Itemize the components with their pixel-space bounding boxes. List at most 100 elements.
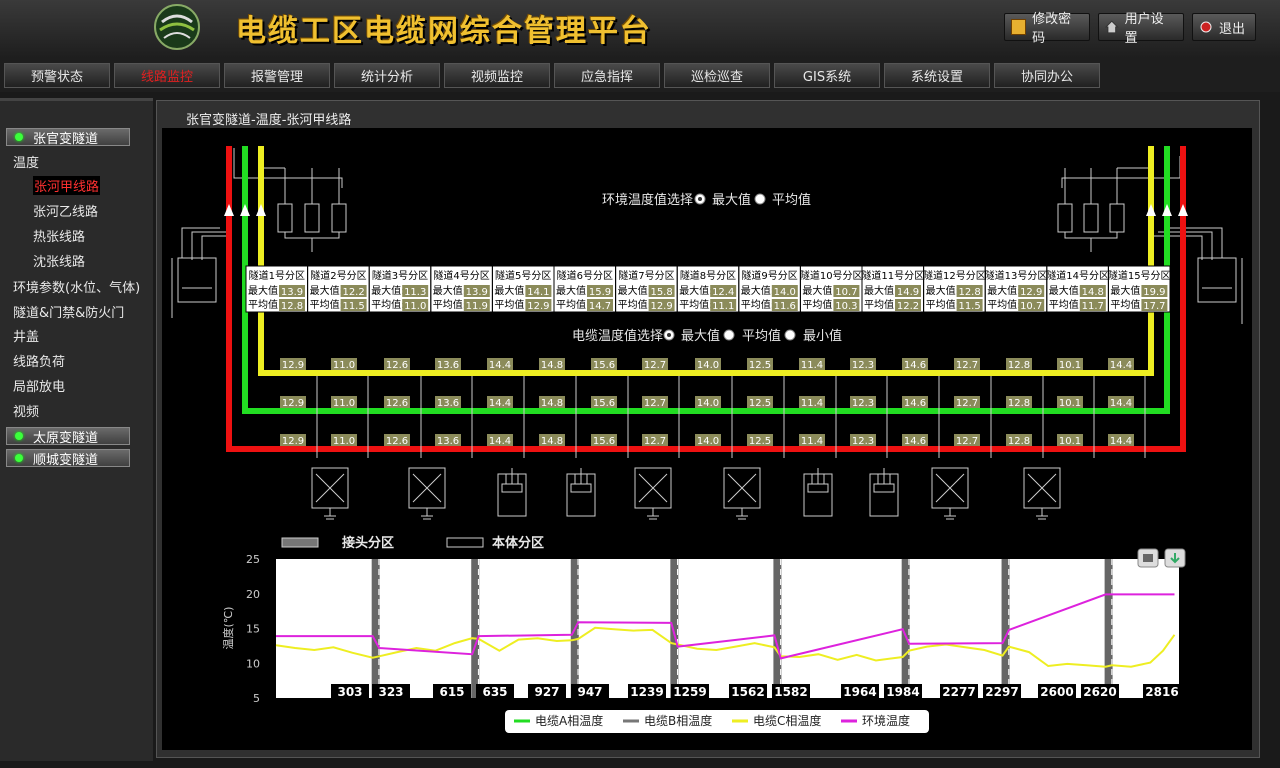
cable-value: 12.8: [1008, 360, 1030, 371]
cable-value: 14.0: [697, 436, 719, 447]
sidebar-group-shuncheng[interactable]: 顺城变隧道: [6, 449, 130, 468]
zone-avg-value: 10.7: [1020, 301, 1042, 312]
x-tick-label: 2600: [1040, 685, 1073, 699]
joint-cross-icon: [412, 473, 442, 503]
zone-max-label: 最大值:: [494, 284, 527, 297]
zone-avg-label: 平均值:: [371, 298, 404, 311]
cable-radio-min[interactable]: [784, 329, 796, 341]
cable-value: 11.4: [801, 360, 823, 371]
y-tick-label: 10: [246, 657, 260, 670]
tab-gis[interactable]: GIS系统: [774, 63, 880, 88]
cable-value: 15.6: [593, 360, 615, 371]
ground-icon: [1036, 508, 1048, 520]
cable-value: 12.8: [1008, 436, 1030, 447]
zone-avg-value: 11.7: [1082, 301, 1104, 312]
tab-alarm-management[interactable]: 报警管理: [224, 63, 330, 88]
sidebar-item-manhole[interactable]: 井盖: [13, 326, 39, 345]
zone-avg-value: 11.5: [958, 301, 980, 312]
zone-max-label: 最大值:: [248, 284, 281, 297]
cable-value: 12.9: [282, 360, 304, 371]
y-tick-label: 20: [246, 588, 260, 601]
tab-emergency[interactable]: 应急指挥: [554, 63, 660, 88]
zone-max-label: 最大值:: [371, 284, 404, 297]
cable-value: 14.4: [1110, 360, 1132, 371]
home-icon: [1105, 20, 1119, 34]
key-icon: [1011, 19, 1027, 35]
x-tick-label: 2620: [1083, 685, 1116, 699]
legend-label: 环境温度: [862, 713, 910, 728]
power-icon: [1200, 21, 1212, 33]
sidebar-item-video[interactable]: 视频: [13, 401, 39, 420]
cable-value: 11.4: [801, 398, 823, 409]
sidebar-item-environment[interactable]: 环境参数(水位、气体): [13, 277, 140, 296]
export-button[interactable]: [1164, 548, 1186, 568]
body-zone-label: 本体分区: [492, 535, 544, 551]
zone-name: 隧道9号分区: [741, 269, 797, 282]
tab-system-settings[interactable]: 系统设置: [884, 63, 990, 88]
tab-statistics[interactable]: 统计分析: [334, 63, 440, 88]
main-nav: 预警状态 线路监控 报警管理 统计分析 视频监控 应急指挥 巡检巡查 GIS系统…: [0, 58, 1280, 92]
sidebar-group-taiyuan[interactable]: 太原变隧道: [6, 427, 130, 446]
user-settings-button[interactable]: 用户设置: [1098, 12, 1184, 46]
status-dot-icon: [15, 454, 23, 462]
sidebar-item-tunnel-door[interactable]: 隧道&门禁&防火门: [13, 302, 124, 321]
header: 电缆工区电缆网综合管理平台 修改密码 用户设置 退出: [0, 0, 1280, 59]
cable-value: 12.7: [956, 360, 978, 371]
sidebar-sub-shenzhang[interactable]: 沈张线路: [33, 251, 85, 270]
link-switch-icon: [873, 483, 895, 493]
zone-name: 隧道6号分区: [557, 269, 613, 282]
tab-alert-status[interactable]: 预警状态: [4, 63, 110, 88]
cable-value: 13.6: [437, 436, 459, 447]
sidebar-group-zhangguan[interactable]: 张官变隧道: [6, 128, 130, 147]
zone-avg-value: 11.5: [342, 301, 364, 312]
tab-line-monitor[interactable]: 线路监控: [114, 63, 220, 88]
print-button[interactable]: [1137, 548, 1159, 568]
logout-button[interactable]: 退出: [1192, 13, 1256, 41]
tab-office[interactable]: 协同办公: [994, 63, 1100, 88]
ground-icon: [421, 508, 433, 520]
zone-avg-value: 11.0: [404, 301, 426, 312]
sidebar-sub-rezhang[interactable]: 热张线路: [33, 226, 85, 245]
joint-cross-icon: [638, 473, 668, 503]
cable-radio-avg[interactable]: [723, 329, 735, 341]
x-tick-label: 1984: [886, 685, 919, 699]
tab-video-monitor[interactable]: 视频监控: [444, 63, 550, 88]
zone-name: 隧道8号分区: [680, 269, 736, 282]
env-option-max: 最大值: [712, 192, 751, 208]
body-zone-swatch: [446, 537, 484, 548]
x-tick-label: 927: [534, 685, 559, 699]
x-tick-label: 1562: [731, 685, 764, 699]
legend-label: 电缆B相温度: [644, 713, 712, 728]
legend-label: 电缆A相温度: [535, 713, 603, 728]
link-switch-icon: [807, 483, 829, 493]
change-password-button[interactable]: 修改密码: [1004, 12, 1090, 46]
sidebar-item-temperature[interactable]: 温度: [13, 152, 39, 171]
zone-name: 隧道14号分区: [1046, 269, 1109, 282]
cable-value: 12.5: [749, 398, 771, 409]
radio-dot-icon: [698, 197, 702, 201]
sidebar-sub-zhanghe-b[interactable]: 张河乙线路: [33, 201, 98, 220]
cable-value: 12.7: [644, 360, 666, 371]
sidebar-sub-zhanghe-a[interactable]: 张河甲线路: [33, 176, 101, 195]
cable-select-label: 电缆温度值选择: [572, 328, 663, 344]
cable-value: 12.3: [852, 398, 874, 409]
sidebar-item-partial-discharge[interactable]: 局部放电: [13, 376, 65, 395]
zone-max-label: 最大值:: [433, 284, 466, 297]
cable-value: 12.6: [386, 398, 408, 409]
tab-inspection[interactable]: 巡检巡查: [664, 63, 770, 88]
temperature-chart: 5 10 15 20 25 温度(℃) 303 323 615 635 927 947 1239 1259…: [221, 553, 1181, 705]
zone-name: 隧道13号分区: [985, 269, 1048, 282]
zone-avg-label: 平均值:: [310, 298, 343, 311]
x-tick-label: 1964: [843, 685, 876, 699]
zone-name: 隧道15号分区: [1108, 269, 1171, 282]
link-wire: [877, 468, 891, 484]
zone-name: 隧道7号分区: [618, 269, 674, 282]
zone-avg-label: 平均值:: [802, 298, 835, 311]
joint-cross-icon: [727, 473, 757, 503]
zone-max-label: 最大值:: [310, 284, 343, 297]
joint-equipment: [311, 467, 1061, 520]
sidebar-item-line-load[interactable]: 线路负荷: [13, 351, 65, 370]
zone-avg-label: 平均值:: [494, 298, 527, 311]
env-radio-avg[interactable]: [754, 193, 766, 205]
zone-max-value: 14.8: [1082, 287, 1104, 298]
